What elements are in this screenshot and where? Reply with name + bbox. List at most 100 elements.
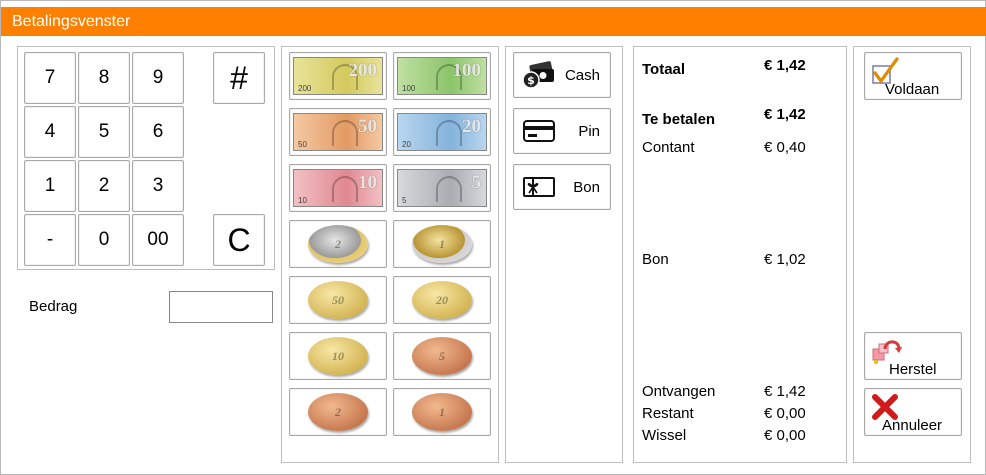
actions-panel: Voldaan Herstel Annuleer [853, 46, 971, 463]
banknote-value: 50 [358, 116, 377, 137]
banknote-50-image: 50 50 [293, 113, 383, 151]
received-label: Ontvangen [642, 383, 716, 400]
herstel-label: Herstel [889, 361, 937, 378]
card-icon [522, 117, 556, 145]
key-00[interactable]: 00 [132, 214, 184, 266]
banknote-arch-icon [332, 120, 358, 146]
hash-key[interactable]: # [213, 52, 265, 104]
banknote-small-value: 20 [402, 140, 411, 149]
voucher-label: Bon [573, 178, 600, 196]
coin-value: 1 [439, 404, 445, 419]
voucher-button[interactable]: Bon [513, 164, 611, 210]
total-value: € 1,42 [764, 57, 806, 74]
key-4[interactable]: 4 [24, 106, 76, 158]
note-100-button[interactable]: 100 100 [393, 52, 491, 100]
banknote-arch-icon [436, 176, 462, 202]
voldaan-label: Voldaan [885, 81, 940, 98]
cash-paid-label: Contant [642, 139, 695, 156]
coin-value: 1 [439, 236, 445, 251]
key-minus[interactable]: - [24, 214, 76, 266]
coin-value: 50 [332, 292, 344, 307]
coin-image: 2 [308, 225, 368, 263]
to-pay-value: € 1,42 [764, 106, 806, 123]
amount-input[interactable] [169, 291, 273, 323]
payment-method-panel: $ Cash Pin Bon [505, 46, 623, 463]
total-label: Totaal [642, 61, 686, 78]
change-label: Wissel [642, 427, 687, 444]
summary-panel: Totaal € 1,42 Te betalen € 1,42 Contant … [633, 46, 847, 463]
banknote-5-image: 55 [397, 169, 487, 207]
voucher-icon [522, 173, 556, 201]
banknote-value: 10 [358, 172, 377, 193]
key-7[interactable]: 7 [24, 52, 76, 104]
key-8[interactable]: 8 [78, 52, 130, 104]
note-10-button[interactable]: 10 10 [289, 164, 387, 212]
coin-50-gold-button[interactable]: 50 [289, 276, 387, 324]
cash-icon: $ [522, 61, 556, 89]
coin-value: 2 [335, 404, 341, 419]
key-3[interactable]: 3 [132, 160, 184, 212]
cash-paid-value: € 0,40 [764, 139, 806, 156]
coin-image: 50 [308, 281, 368, 319]
banknote-value: 200 [348, 60, 378, 81]
coin-1-copper-button[interactable]: 1 [393, 388, 491, 436]
voucher-paid-label: Bon [642, 251, 669, 268]
coin-image: 1 [412, 393, 472, 431]
coin-value: 20 [436, 292, 448, 307]
note-50-button[interactable]: 50 50 [289, 108, 387, 156]
coin-20-gold-button[interactable]: 20 [393, 276, 491, 324]
note-200-button[interactable]: 200 200 [289, 52, 387, 100]
banknote-value: 20 [462, 116, 481, 137]
coin-image: 5 [412, 337, 472, 375]
key-0[interactable]: 0 [78, 214, 130, 266]
payment-window: Betalingsvenster 7 8 9 # 4 5 6 1 2 3 - 0… [0, 0, 986, 475]
herstel-button[interactable]: Herstel [864, 332, 962, 380]
remaining-label: Restant [642, 405, 694, 422]
coin-value: 10 [332, 348, 344, 363]
coin-image: 2 [308, 393, 368, 431]
key-9[interactable]: 9 [132, 52, 184, 104]
money-panel: 200 200 100 100 50 50 20 20 10 10 5 5 2 1 50 20 10 5 2 1 [281, 46, 499, 463]
voldaan-button[interactable]: Voldaan [864, 52, 962, 100]
coin-value: 5 [439, 348, 445, 363]
banknote-200-image: 200 200 [293, 57, 383, 95]
remaining-value: € 0,00 [764, 405, 806, 422]
coin-image: 20 [412, 281, 472, 319]
banknote-small-value: 5 [402, 196, 407, 205]
cash-button[interactable]: $ Cash [513, 52, 611, 98]
to-pay-label: Te betalen [642, 111, 716, 128]
banknote-value: 100 [452, 60, 482, 81]
banknote-small-value: 100 [402, 84, 416, 93]
banknote-arch-icon [332, 176, 358, 202]
banknote-100-image: 100 100 [397, 57, 487, 95]
keypad-panel: 7 8 9 # 4 5 6 1 2 3 - 0 00 C [17, 46, 275, 270]
clear-key[interactable]: C [213, 214, 265, 266]
key-1[interactable]: 1 [24, 160, 76, 212]
annuleer-button[interactable]: Annuleer [864, 388, 962, 436]
coin-image: 1 [412, 225, 472, 263]
coin-value: 2 [335, 236, 341, 251]
pin-button[interactable]: Pin [513, 108, 611, 154]
key-2[interactable]: 2 [78, 160, 130, 212]
window-title: Betalingsvenster [1, 7, 986, 36]
voucher-paid-value: € 1,02 [764, 251, 806, 268]
coin-2-copper-button[interactable]: 2 [289, 388, 387, 436]
banknote-small-value: 10 [298, 196, 307, 205]
coin-5-copper-button[interactable]: 5 [393, 332, 491, 380]
key-5[interactable]: 5 [78, 106, 130, 158]
note-5-button[interactable]: 55 [393, 164, 491, 212]
pin-label: Pin [578, 122, 600, 140]
banknote-small-value: 200 [298, 84, 312, 93]
note-20-button[interactable]: 20 20 [393, 108, 491, 156]
change-value: € 0,00 [764, 427, 806, 444]
annuleer-label: Annuleer [882, 417, 943, 434]
banknote-small-value: 50 [298, 140, 307, 149]
cash-label: Cash [564, 66, 600, 84]
banknote-value: 5 [471, 172, 482, 193]
key-6[interactable]: 6 [132, 106, 184, 158]
coin-10-gold-button[interactable]: 10 [289, 332, 387, 380]
coin-1-bimetal-gold-button[interactable]: 1 [393, 220, 491, 268]
coin-image: 10 [308, 337, 368, 375]
coin-2-bimetal-silver-button[interactable]: 2 [289, 220, 387, 268]
banknote-10-image: 10 10 [293, 169, 383, 207]
